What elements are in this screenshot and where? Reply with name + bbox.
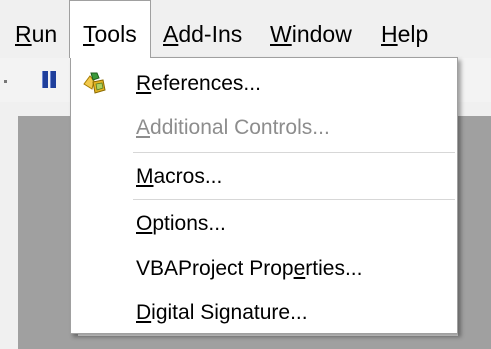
code-window-area-bottom bbox=[18, 336, 491, 349]
menu-separator bbox=[133, 199, 455, 200]
menu-item-additional-controls: Additional Controls... bbox=[136, 116, 330, 139]
tools-dropdown-menu: References... Additional Controls... Mac… bbox=[70, 57, 458, 334]
references-icon bbox=[83, 72, 106, 94]
menu-tools[interactable]: Tools bbox=[69, 0, 151, 58]
menu-item-options[interactable]: Options... bbox=[71, 204, 457, 244]
menu-help[interactable]: Help bbox=[381, 0, 428, 58]
menu-window[interactable]: Window bbox=[270, 0, 352, 58]
menu-item-vbaproject-properties[interactable]: VBAProject Properties... bbox=[71, 249, 457, 289]
menu-item-digital-signature[interactable]: Digital Signature... bbox=[71, 293, 457, 333]
pause-icon[interactable] bbox=[42, 71, 56, 88]
menu-separator bbox=[133, 152, 455, 153]
menu-item-macros[interactable]: Macros... bbox=[71, 157, 457, 197]
code-window-area-right bbox=[458, 116, 491, 349]
toolbar-grip[interactable] bbox=[4, 80, 7, 83]
menu-item-references[interactable]: References... bbox=[71, 64, 457, 104]
menu-add-ins[interactable]: Add-Ins bbox=[163, 0, 242, 58]
menu-run[interactable]: Run bbox=[15, 0, 57, 58]
code-window-area bbox=[18, 116, 78, 349]
menu-bar: Run Tools Add-Ins Window Help bbox=[0, 0, 491, 58]
